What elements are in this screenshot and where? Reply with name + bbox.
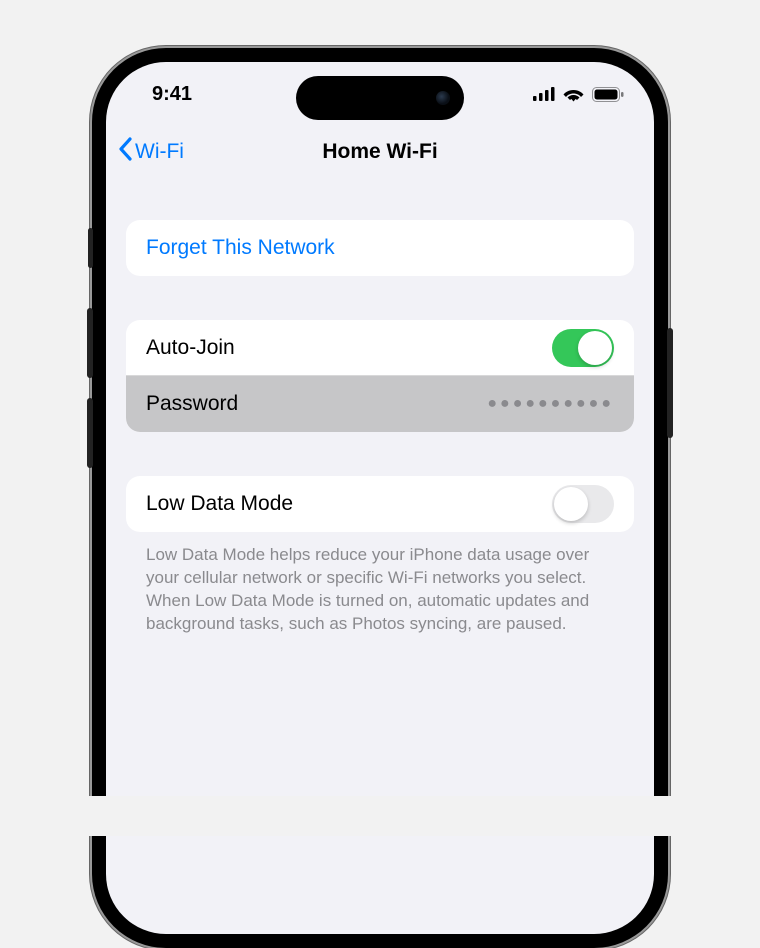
nav-bar: Wi-Fi Home Wi-Fi	[106, 126, 654, 178]
password-label: Password	[146, 392, 238, 416]
forget-label: Forget This Network	[146, 236, 335, 260]
toggle-knob	[554, 487, 588, 521]
side-button	[87, 308, 93, 378]
front-camera	[436, 91, 450, 105]
side-button	[667, 328, 673, 438]
toggle-knob	[578, 331, 612, 365]
low-data-toggle[interactable]	[552, 485, 614, 523]
page-title: Home Wi-Fi	[322, 140, 437, 164]
auto-join-toggle[interactable]	[552, 329, 614, 367]
battery-icon	[592, 87, 624, 102]
side-button	[88, 228, 93, 268]
status-right	[533, 87, 624, 102]
screen: 9:41	[106, 62, 654, 934]
password-masked-value: ●●●●●●●●●●	[487, 395, 614, 413]
cellular-signal-icon	[533, 87, 555, 101]
low-data-footer-text: Low Data Mode helps reduce your iPhone d…	[126, 544, 634, 636]
forget-network-button[interactable]: Forget This Network	[126, 220, 634, 276]
low-data-mode-row: Low Data Mode	[126, 476, 634, 532]
status-time: 9:41	[152, 83, 192, 106]
chevron-left-icon	[118, 137, 133, 167]
iphone-device-frame: 9:41	[92, 48, 668, 948]
low-data-label: Low Data Mode	[146, 492, 293, 516]
wifi-icon	[563, 87, 584, 102]
auto-join-row: Auto-Join	[126, 320, 634, 376]
back-label: Wi-Fi	[135, 140, 184, 164]
side-button	[87, 398, 93, 468]
dynamic-island	[296, 76, 464, 120]
password-row[interactable]: Password ●●●●●●●●●●	[126, 376, 634, 432]
network-section: Auto-Join Password ●●●●●●●●●●	[126, 320, 634, 432]
back-button[interactable]: Wi-Fi	[118, 137, 184, 167]
auto-join-label: Auto-Join	[146, 336, 235, 360]
low-data-section: Low Data Mode	[126, 476, 634, 532]
content-area: Forget This Network Auto-Join Password ●…	[106, 220, 654, 636]
forget-section: Forget This Network	[126, 220, 634, 276]
